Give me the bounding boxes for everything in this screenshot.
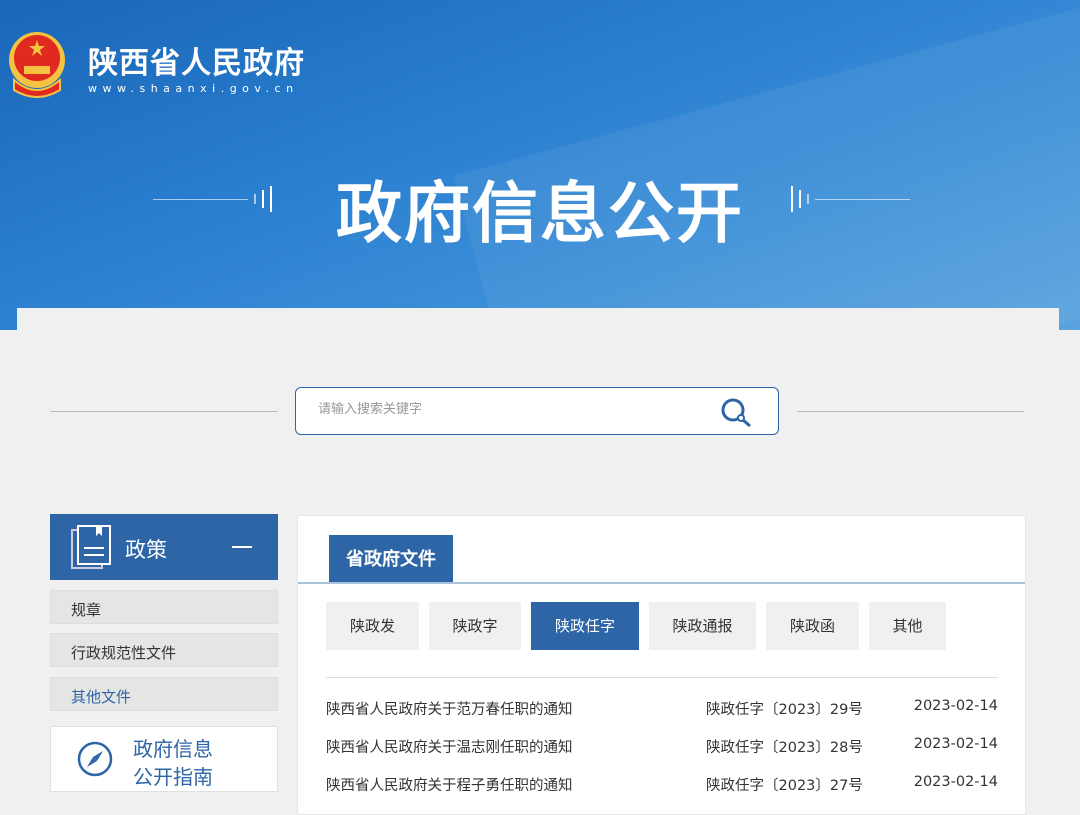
divider [326, 677, 998, 678]
subtab-shaanzhengrenzi[interactable]: 陕政任字 [531, 602, 639, 650]
header-banner: 陕西省人民政府 www.shaanxi.gov.cn 政府信息公开 [0, 0, 1080, 330]
document-date: 2023-02-14 [913, 698, 998, 714]
search-icon[interactable] [720, 397, 754, 427]
subtab-other[interactable]: 其他 [869, 602, 946, 650]
national-emblem-icon [9, 32, 65, 98]
sidebar-item-normative-documents[interactable]: 行政规范性文件 [50, 633, 278, 667]
document-number: 陕政任字〔2023〕28号 [706, 740, 863, 756]
document-list-panel: 省政府文件 陕政发 陕政字 陕政任字 陕政通报 陕政函 其他 陕西省人民政府关于… [297, 515, 1026, 815]
subtab-shaanzhenghan[interactable]: 陕政函 [766, 602, 859, 650]
document-title[interactable]: 陕西省人民政府关于程子勇任职的通知 [326, 774, 573, 795]
divider [50, 411, 278, 412]
document-title[interactable]: 陕西省人民政府关于范万春任职的通知 [326, 698, 573, 719]
compass-icon [77, 741, 113, 777]
document-date: 2023-02-14 [913, 736, 998, 752]
guide-label-line1: 政府信息 [133, 737, 213, 761]
sidebar-header-policy[interactable]: 政策 [50, 514, 278, 580]
document-number: 陕政任字〔2023〕29号 [706, 702, 863, 718]
document-row[interactable]: 陕西省人民政府关于温志刚任职的通知 陕政任字〔2023〕28号 2023-02-14 [326, 736, 998, 758]
guide-label-line2: 公开指南 [133, 765, 213, 789]
subtab-shaanzhengzi[interactable]: 陕政字 [429, 602, 521, 650]
search-input[interactable] [318, 402, 698, 417]
tab-provincial-documents[interactable]: 省政府文件 [329, 535, 453, 583]
site-name: 陕西省人民政府 [88, 46, 305, 81]
document-number: 陕政任字〔2023〕27号 [706, 778, 863, 794]
sidebar-item-regulations[interactable]: 规章 [50, 590, 278, 624]
disclosure-guide-link[interactable]: 政府信息 公开指南 [50, 726, 278, 792]
page-title: 政府信息公开 [336, 175, 744, 252]
document-row[interactable]: 陕西省人民政府关于范万春任职的通知 陕政任字〔2023〕29号 2023-02-14 [326, 698, 998, 720]
subtab-shaanzhengfa[interactable]: 陕政发 [326, 602, 419, 650]
sidebar-header-label: 政策 [125, 538, 167, 562]
search-box [295, 387, 779, 435]
divider [797, 411, 1024, 412]
sidebar-item-other-documents[interactable]: 其他文件 [50, 677, 278, 711]
subtab-shaanzhengtongbao[interactable]: 陕政通报 [649, 602, 756, 650]
site-url: www.shaanxi.gov.cn [88, 82, 299, 95]
document-title[interactable]: 陕西省人民政府关于温志刚任职的通知 [326, 736, 573, 757]
title-decoration-right [791, 186, 910, 212]
document-row[interactable]: 陕西省人民政府关于程子勇任职的通知 陕政任字〔2023〕27号 2023-02-14 [326, 774, 998, 796]
collapse-icon[interactable] [232, 546, 252, 548]
document-date: 2023-02-14 [913, 774, 998, 790]
document-icon [71, 525, 111, 569]
tab-underline [298, 582, 1025, 584]
